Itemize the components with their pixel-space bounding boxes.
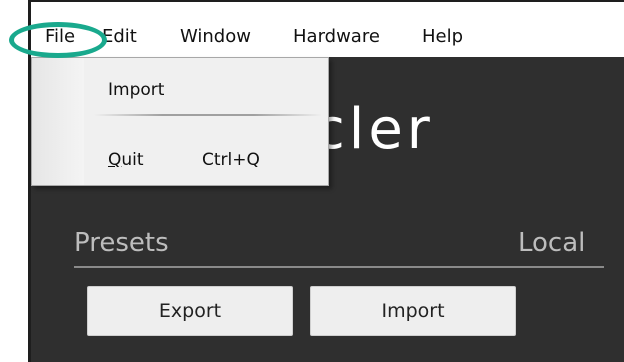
menu-window[interactable]: Window [180, 26, 251, 48]
menu-edit[interactable]: Edit [102, 26, 137, 48]
presets-title: Presets [74, 228, 169, 258]
file-dropdown-menu: Import Quit Ctrl+Q [31, 57, 329, 186]
brand-logo: cler [314, 97, 434, 162]
menu-help[interactable]: Help [422, 26, 463, 48]
section-divider [74, 266, 604, 268]
menu-item-quit[interactable]: Quit [108, 150, 144, 170]
menu-hardware[interactable]: Hardware [293, 26, 380, 48]
menu-separator [94, 114, 322, 116]
local-title: Local [518, 228, 586, 258]
menu-gutter [32, 58, 84, 185]
screenshot-frame: File Edit Window Hardware Help cler Pres… [0, 0, 624, 362]
menu-item-import[interactable]: Import [108, 80, 164, 100]
export-button[interactable]: Export [87, 286, 293, 336]
menu-file[interactable]: File [45, 26, 75, 48]
quit-shortcut: Ctrl+Q [202, 150, 260, 170]
import-button[interactable]: Import [310, 286, 516, 336]
